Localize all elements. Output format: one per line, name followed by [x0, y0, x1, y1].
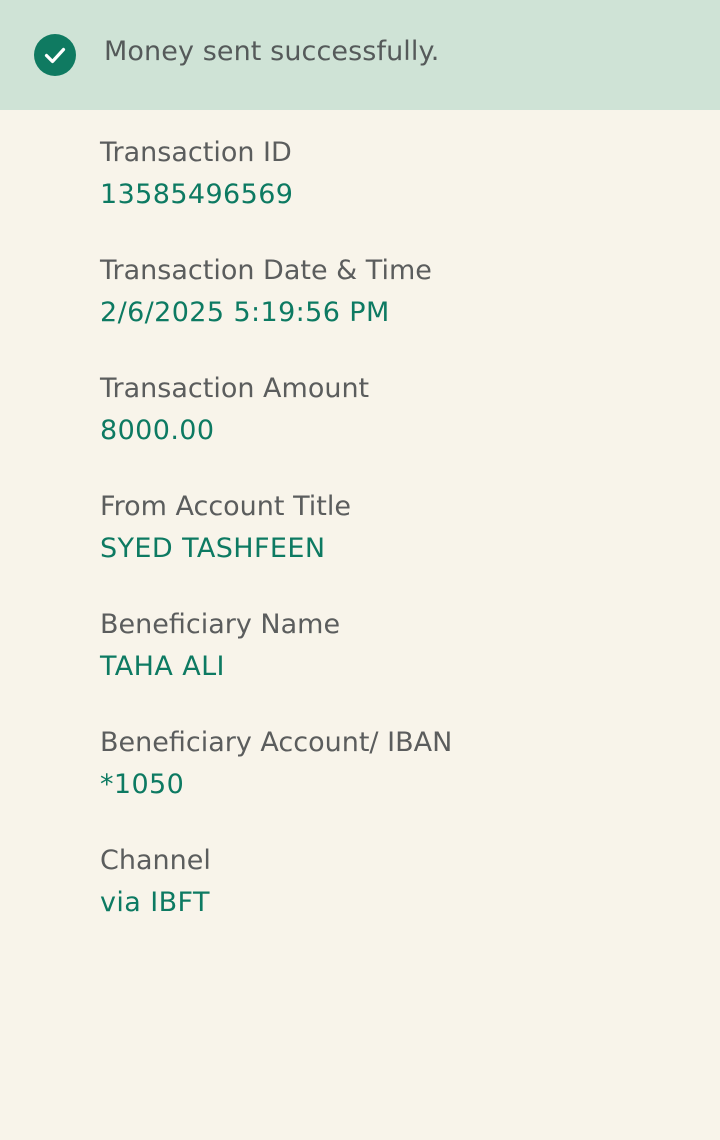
detail-transaction-date-time: Transaction Date & Time 2/6/2025 5:19:56…	[100, 251, 700, 369]
detail-from-account-title: From Account Title SYED TASHFEEN	[100, 487, 700, 605]
detail-beneficiary-account: Beneficiary Account/ IBAN *1050	[100, 723, 700, 841]
detail-value: TAHA ALI	[100, 651, 225, 682]
success-message: Money sent successfully.	[104, 36, 440, 67]
detail-label: Beneficiary Name	[100, 609, 341, 640]
detail-channel: Channel via IBFT	[100, 841, 700, 959]
detail-value: 13585496569	[100, 179, 294, 210]
transaction-details: Transaction ID 13585496569 Transaction D…	[100, 133, 700, 959]
detail-value: SYED TASHFEEN	[100, 533, 326, 564]
detail-label: Beneficiary Account/ IBAN	[100, 727, 453, 758]
detail-beneficiary-name: Beneficiary Name TAHA ALI	[100, 605, 700, 723]
detail-transaction-amount: Transaction Amount 8000.00	[100, 369, 700, 487]
detail-value: 8000.00	[100, 415, 215, 446]
detail-label: Transaction Date & Time	[100, 255, 432, 286]
detail-label: Transaction ID	[100, 137, 292, 168]
check-circle-icon	[34, 34, 76, 76]
detail-value: via IBFT	[100, 887, 210, 918]
detail-value: 2/6/2025 5:19:56 PM	[100, 297, 390, 328]
detail-label: From Account Title	[100, 491, 351, 522]
detail-transaction-id: Transaction ID 13585496569	[100, 133, 700, 251]
success-banner: Money sent successfully.	[0, 0, 720, 110]
detail-label: Transaction Amount	[100, 373, 370, 404]
detail-value: *1050	[100, 769, 185, 800]
detail-label: Channel	[100, 845, 211, 876]
